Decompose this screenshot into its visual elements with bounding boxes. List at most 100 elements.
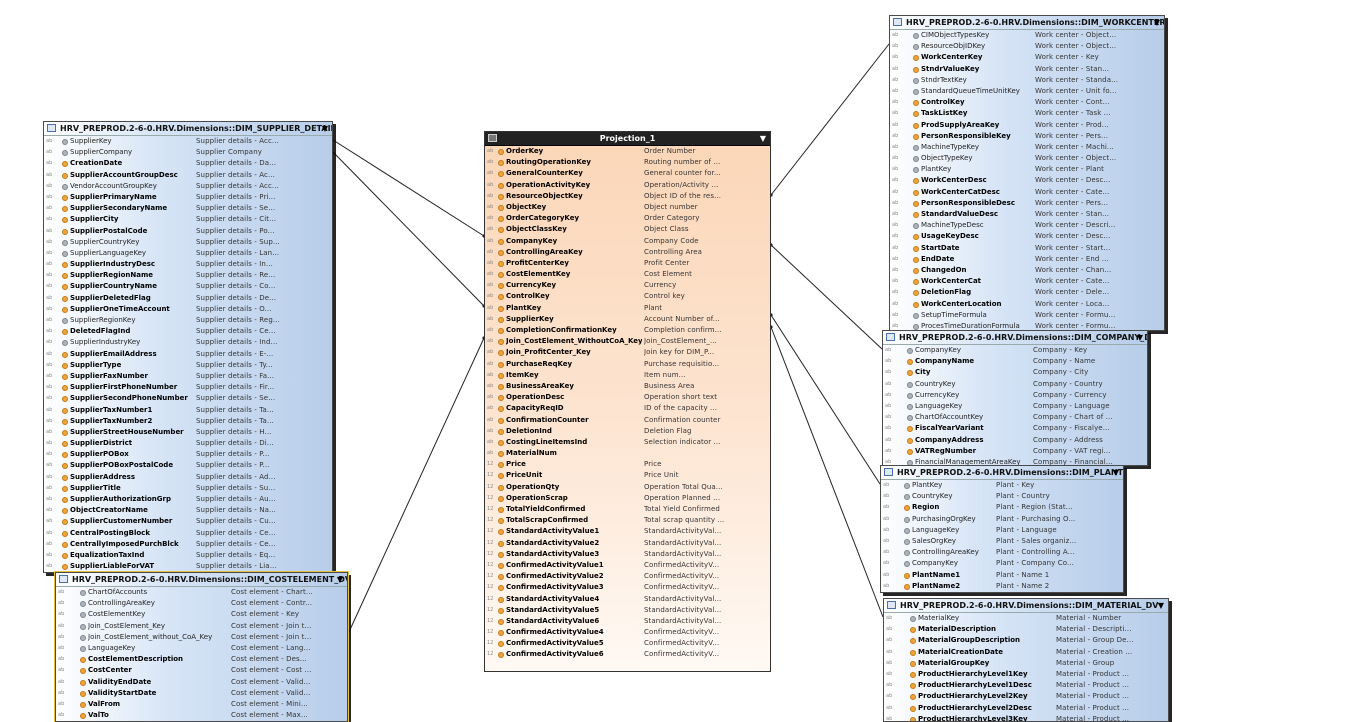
column-row[interactable]: ab PersonResponsibleDesc Work center - Per… [890,198,1164,209]
column-row[interactable]: ab Region Plant - Region (Stat... [881,502,1123,513]
column-row[interactable]: ab LanguageKey Company - Language [883,401,1147,412]
column-row[interactable]: ab DeletionFlag Work center - Dele... [890,287,1164,298]
column-row[interactable]: ab PlantName2 Plant - Name 2 [881,581,1123,592]
column-row[interactable]: ab MaterialDescription Material - Descript… [884,624,1168,635]
column-row[interactable]: ab StndrValueKey Work center - Stan... [890,64,1164,75]
column-row[interactable]: ab PlantKey Plant - Key [881,480,1123,491]
column-row[interactable]: 12 Price Price [485,459,770,470]
column-row[interactable]: ab CountryKey Company - Country [883,379,1147,390]
table-plant[interactable]: HRV_PREPROD.2-6-0.HRV.Dimensions::DIM_PL… [880,465,1124,593]
column-row[interactable]: ab SupplierPOBoxPostalCode Supplier detail… [44,460,332,471]
column-row[interactable]: 12 ConfirmedActivityValue6 ConfirmedActivi… [485,649,770,660]
column-row[interactable]: ab ObjectCreatorName Supplier details - Na… [44,505,332,516]
column-row[interactable]: ab SupplierCompany Supplier Company [44,147,332,158]
column-row[interactable]: ab ConfirmationCounter Confirmation counte… [485,415,770,426]
column-row[interactable]: ab ControllingAreaKey Cost element - Contr… [56,598,347,609]
column-row[interactable]: ab FiscalYearVariant Company - Fiscalye... [883,423,1147,434]
column-row[interactable]: ab ChartOfAccounts Cost element - Chart... [56,587,347,598]
column-row[interactable]: ab ObjectKey Object number [485,202,770,213]
column-row[interactable]: 12 StandardActivityValue6 StandardActivity… [485,616,770,627]
column-row[interactable]: ab CostElementDescription Cost element - D… [56,654,347,665]
column-row[interactable]: ab SupplierFirstPhoneNumber Supplier detai… [44,382,332,393]
column-row[interactable]: ab ProductHierarchyLevel1Desc Material - P… [884,680,1168,691]
column-row[interactable]: ab ProdSupplyAreaKey Work center - Prod... [890,120,1164,131]
column-row[interactable]: ab MaterialGroupKey Material - Group [884,658,1168,669]
dropdown-arrow-icon[interactable]: ▼ [760,132,766,145]
column-row[interactable]: ab TaskListKey Work center - Task ... [890,108,1164,119]
column-row[interactable]: ab PersonResponsibleKey Work center - Pers… [890,131,1164,142]
dropdown-arrow-icon[interactable]: ▼ [1113,466,1119,479]
column-row[interactable]: ab SupplierCity Supplier details - Cit... [44,214,332,225]
join-line[interactable] [770,314,881,485]
column-row[interactable]: ab MaterialNum [485,448,770,459]
column-row[interactable]: ab ItemKey Item num... [485,370,770,381]
table-header[interactable]: Projection_1 ▼ [485,132,770,146]
column-row[interactable]: ab ObjectTypeKey Work center - Object... [890,153,1164,164]
table-supplier[interactable]: HRV_PREPROD.2-6-0.HRV.Dimensions::DIM_SU… [43,121,333,573]
column-row[interactable]: ab SetupTimeFormula Work center - Formu... [890,310,1164,321]
table-header[interactable]: HRV_PREPROD.2-6-0.HRV.Dimensions::DIM_MA… [884,599,1168,613]
column-row[interactable]: ab PlantKey Work center - Plant [890,164,1164,175]
column-row[interactable]: ab Join_CostElement_WithoutCoA_Key Join_Co… [485,336,770,347]
column-row[interactable]: ab PlantName1 Plant - Name 1 [881,570,1123,581]
column-row[interactable]: ab CentrallyImposedPurchBlck Supplier deta… [44,539,332,550]
dropdown-arrow-icon[interactable]: ▼ [1137,331,1143,344]
column-row[interactable]: ab SupplierFaxNumber Supplier details - Fa… [44,371,332,382]
column-row[interactable]: ab ControlKey Work center - Cont... [890,97,1164,108]
column-row[interactable]: 12 StandardActivityValue5 StandardActivity… [485,605,770,616]
column-row[interactable]: ab SupplierEmailAddress Supplier details -… [44,349,332,360]
column-row[interactable]: ab WorkCenterDesc Work center - Desc... [890,175,1164,186]
column-row[interactable]: ab MachineTypeDesc Work center - Descri... [890,220,1164,231]
column-row[interactable]: ab OrderKey Order Number [485,146,770,157]
column-row[interactable]: ab VendorAccountGroupKey Supplier details … [44,181,332,192]
column-row[interactable]: ab SupplierDeletedFlag Supplier details - … [44,293,332,304]
column-row[interactable]: 12 ConfirmedActivityValue4 ConfirmedActivi… [485,627,770,638]
table-header[interactable]: HRV_PREPROD.2-6-0.HRV.Dimensions::DIM_SU… [44,122,332,136]
column-row[interactable]: ab UsageKeyDesc Work center - Desc... [890,231,1164,242]
column-row[interactable]: ab ObjectClassKey Object Class [485,224,770,235]
column-row[interactable]: 12 StandardActivityValue3 StandardActivity… [485,549,770,560]
column-row[interactable]: ab MaterialGroupDescription Material - Gro… [884,635,1168,646]
column-row[interactable]: ab StandardValueDesc Work center - Stan... [890,209,1164,220]
column-row[interactable]: ab SupplierCustomerNumber Supplier details… [44,516,332,527]
table-header[interactable]: HRV_PREPROD.2-6-0.HRV.Dimensions::DIM_CO… [56,573,347,587]
column-row[interactable]: ab CompanyKey Company Code [485,236,770,247]
table-header[interactable]: HRV_PREPROD.2-6-0.HRV.Dimensions::DIM_CO… [883,331,1147,345]
column-row[interactable]: ab SupplierSecondPhoneNumber Supplier deta… [44,393,332,404]
table-company[interactable]: HRV_PREPROD.2-6-0.HRV.Dimensions::DIM_CO… [882,330,1148,466]
column-row[interactable]: ab SupplierCountryKey Supplier details - S… [44,237,332,248]
column-row[interactable]: ab CostElementKey Cost Element [485,269,770,280]
column-row[interactable]: ab SupplierAccountGroupDesc Supplier detai… [44,170,332,181]
table-workcenter[interactable]: HRV_PREPROD.2-6-0.HRV.Dimensions::DIM_WO… [889,15,1165,331]
column-row[interactable]: 12 ConfirmedActivityValue2 ConfirmedActivi… [485,571,770,582]
column-row[interactable]: ab SupplierLanguageKey Supplier details - … [44,248,332,259]
table-projection[interactable]: Projection_1 ▼ ab OrderKey Order Number ab Rou… [484,131,771,672]
column-row[interactable]: ab SupplierIndustryDesc Supplier details -… [44,259,332,270]
column-row[interactable]: ab ResourceObjIDKey Work center - Object..… [890,41,1164,52]
column-row[interactable]: ab ProductHierarchyLevel1Key Material - Pr… [884,669,1168,680]
column-row[interactable]: ab Join_CostElement_without_CoA_Key Cost e… [56,632,347,643]
column-row[interactable]: ab ValTo Cost element - Max... [56,710,347,721]
column-row[interactable]: ab CostCenter Cost element - Cost ... [56,665,347,676]
column-row[interactable]: ab SupplierTaxNumber1 Supplier details - T… [44,405,332,416]
column-row[interactable]: ab CountryKey Plant - Country [881,491,1123,502]
column-row[interactable]: ab BusinessAreaKey Business Area [485,381,770,392]
column-row[interactable]: ab CapacityReqID ID of the capacity ... [485,403,770,414]
column-row[interactable]: ab ControllingAreaKey Controlling Area [485,247,770,258]
column-row[interactable]: ab OrderCategoryKey Order Category [485,213,770,224]
join-line[interactable] [770,43,890,196]
column-row[interactable]: ab SupplierTaxNumber2 Supplier details - T… [44,416,332,427]
column-row[interactable]: ab ValidityEndDate Cost element - Valid... [56,677,347,688]
column-row[interactable]: ab StartDate Work center - Start... [890,243,1164,254]
column-row[interactable]: ab SupplierRegionKey Supplier details - Re… [44,315,332,326]
column-row[interactable]: ab EndDate Work center - End ... [890,254,1164,265]
column-row[interactable]: ab ControllingAreaKey Plant - Controlling … [881,547,1123,558]
column-row[interactable]: ab CreationDate Supplier details - Da... [44,158,332,169]
column-row[interactable]: ab CentralPostingBlock Supplier details - … [44,528,332,539]
column-row[interactable]: ab ProductHierarchyLevel2Key Material - Pr… [884,691,1168,702]
column-row[interactable]: ab SupplierStreetHouseNumber Supplier deta… [44,427,332,438]
column-row[interactable]: ab ProfitCenterKey Profit Center [485,258,770,269]
join-line[interactable] [347,337,485,635]
column-row[interactable]: ab Join_CostElement_Key Cost element - Joi… [56,621,347,632]
column-row[interactable]: ab StandardQueueTimeUnitKey Work center - … [890,86,1164,97]
